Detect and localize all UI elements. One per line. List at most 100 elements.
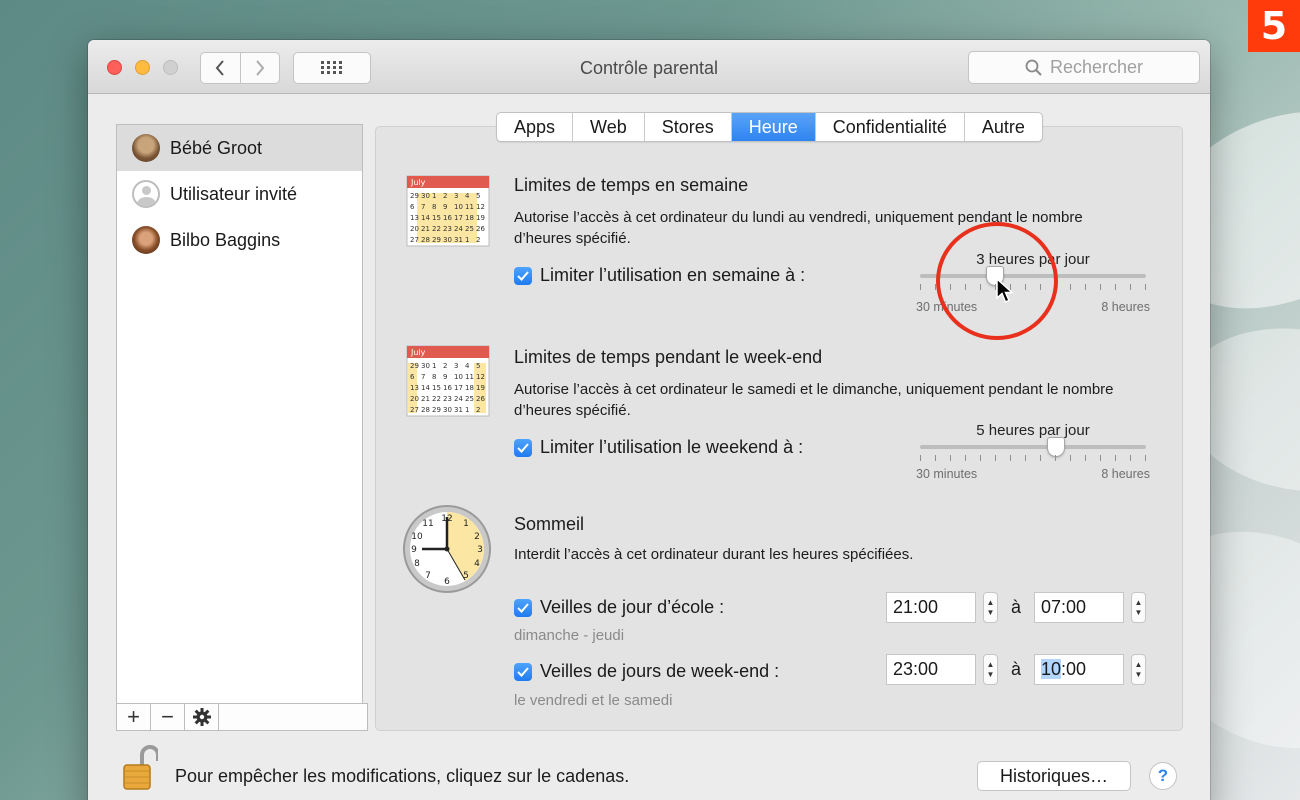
svg-text:12: 12 <box>476 203 485 211</box>
weekend-limit-checkbox[interactable] <box>514 438 532 457</box>
user-options-button[interactable] <box>185 704 219 730</box>
avatar <box>132 180 160 208</box>
svg-text:15: 15 <box>432 384 441 392</box>
user-name: Bébé Groot <box>170 137 263 158</box>
tab-heure[interactable]: Heure <box>731 113 816 141</box>
tab-confidentialite[interactable]: Confidentialité <box>816 113 965 141</box>
svg-text:6: 6 <box>410 373 415 381</box>
weekend-slider[interactable]: 5 heures par jour 30 minutes 8 heures <box>916 422 1150 481</box>
svg-text:2: 2 <box>443 192 447 200</box>
slider-tick <box>1070 455 1071 461</box>
weekend-title: Limites de temps pendant le week-end <box>514 347 823 367</box>
weekend-nights-end-field[interactable]: 10:00 <box>1034 654 1124 685</box>
weekend-slider-value: 5 heures par jour <box>976 422 1090 439</box>
slider-min-label: 30 minutes <box>916 467 978 481</box>
svg-text:12: 12 <box>476 373 485 381</box>
school-nights-end-stepper[interactable]: ▲ ▼ <box>1131 592 1146 623</box>
svg-text:25: 25 <box>465 225 474 233</box>
weekend-nights-label: Veilles de jours de week-end : <box>540 661 780 681</box>
svg-text:30: 30 <box>443 406 452 414</box>
tab-apps[interactable]: Apps <box>497 113 574 141</box>
time-limits-panel: July 29 30 1 2 3 4 5 6 7 8 9 10 11 12 13 14 15 16 17 18 19… <box>375 126 1183 731</box>
weekend-nights-days: le vendredi et le samedi <box>514 692 673 709</box>
svg-text:10: 10 <box>454 373 463 381</box>
calendar-icon: July 29 30 1 2 3 4 5 6 7 8 9 10 11 12 13 14 15 16 17 18 19… <box>406 345 490 417</box>
svg-text:24: 24 <box>454 225 463 233</box>
user-item-bebe-groot[interactable]: Bébé Groot <box>117 125 362 171</box>
svg-text:6: 6 <box>444 577 450 587</box>
slider-tick <box>1130 284 1131 290</box>
svg-text:2: 2 <box>474 532 480 542</box>
users-toolbar: + − <box>116 703 368 731</box>
add-user-button[interactable]: + <box>117 704 151 730</box>
svg-text:3: 3 <box>454 192 458 200</box>
avatar <box>132 134 160 162</box>
svg-text:19: 19 <box>476 384 485 392</box>
slider-tick <box>1115 455 1116 461</box>
weekend-limit-label: Limiter l’utilisation le weekend à : <box>540 437 804 457</box>
time-separator: à <box>1011 597 1022 617</box>
sleep-title: Sommeil <box>514 514 585 534</box>
lock-icon[interactable] <box>122 745 158 791</box>
svg-text:15: 15 <box>432 214 441 222</box>
weekend-nights-end-stepper[interactable]: ▲ ▼ <box>1131 654 1146 685</box>
svg-text:20: 20 <box>410 225 419 233</box>
svg-text:13: 13 <box>410 214 419 222</box>
weekend-nights-start-field[interactable]: 23:00 <box>886 654 976 685</box>
gear-icon <box>192 708 211 726</box>
svg-text:4: 4 <box>465 362 470 370</box>
tab-autre[interactable]: Autre <box>965 113 1042 141</box>
school-nights-end-field[interactable]: 07:00 <box>1034 592 1124 623</box>
search-field[interactable]: Rechercher <box>968 51 1200 84</box>
slider-tick <box>1085 284 1086 290</box>
svg-text:1: 1 <box>432 362 436 370</box>
svg-text:18: 18 <box>465 384 474 392</box>
slider-tick <box>920 284 921 290</box>
school-nights-start-stepper[interactable]: ▲ ▼ <box>983 592 998 623</box>
school-nights-days: dimanche - jeudi <box>514 627 625 644</box>
school-nights-label: Veilles de jour d’école : <box>540 597 725 617</box>
svg-text:7: 7 <box>421 203 425 211</box>
school-nights-checkbox[interactable] <box>514 598 532 617</box>
svg-text:21: 21 <box>421 395 430 403</box>
svg-text:23: 23 <box>443 395 452 403</box>
svg-text:26: 26 <box>476 395 485 403</box>
checkmark-icon <box>517 602 529 613</box>
search-placeholder: Rechercher <box>1049 57 1144 77</box>
weekend-nights-row: Veilles de jours de week-end : <box>514 661 779 682</box>
calendar-month: July <box>410 178 426 187</box>
tab-bar: Apps Web Stores Heure Confidentialité Au… <box>496 112 1043 142</box>
weekend-slider-thumb[interactable] <box>1046 437 1065 457</box>
weekend-nights-checkbox[interactable] <box>514 662 532 681</box>
slider-tick <box>920 455 921 461</box>
svg-text:7: 7 <box>421 373 425 381</box>
avatar <box>132 226 160 254</box>
checkmark-icon <box>517 270 529 281</box>
svg-text:2: 2 <box>476 236 480 244</box>
svg-text:23: 23 <box>443 225 452 233</box>
weekday-limit-checkbox[interactable] <box>514 266 532 285</box>
svg-text:5: 5 <box>463 571 469 581</box>
tab-stores[interactable]: Stores <box>645 113 732 141</box>
lock-instruction: Pour empêcher les modifications, cliquez… <box>175 766 630 786</box>
svg-text:24: 24 <box>454 395 463 403</box>
user-item-bilbo[interactable]: Bilbo Baggins <box>117 217 362 263</box>
calendar-month: July <box>410 348 426 357</box>
help-button[interactable]: ? <box>1149 762 1177 790</box>
svg-text:8: 8 <box>432 203 436 211</box>
slider-max-label: 8 heures <box>1101 467 1150 481</box>
user-item-guest[interactable]: Utilisateur invité <box>117 171 362 217</box>
school-nights-start-field[interactable]: 21:00 <box>886 592 976 623</box>
slider-tick <box>1145 455 1146 461</box>
stepper-down-icon: ▼ <box>986 607 995 617</box>
svg-text:13: 13 <box>410 384 419 392</box>
svg-text:7: 7 <box>425 571 431 581</box>
history-button[interactable]: Historiques… <box>977 761 1131 791</box>
step-badge: 5 <box>1248 0 1300 52</box>
svg-text:16: 16 <box>443 384 452 392</box>
svg-text:28: 28 <box>421 406 430 414</box>
remove-user-button[interactable]: − <box>151 704 185 730</box>
weekend-nights-start-stepper[interactable]: ▲ ▼ <box>983 654 998 685</box>
title-bar: Contrôle parental Rechercher <box>88 40 1210 94</box>
tab-web[interactable]: Web <box>573 113 645 141</box>
